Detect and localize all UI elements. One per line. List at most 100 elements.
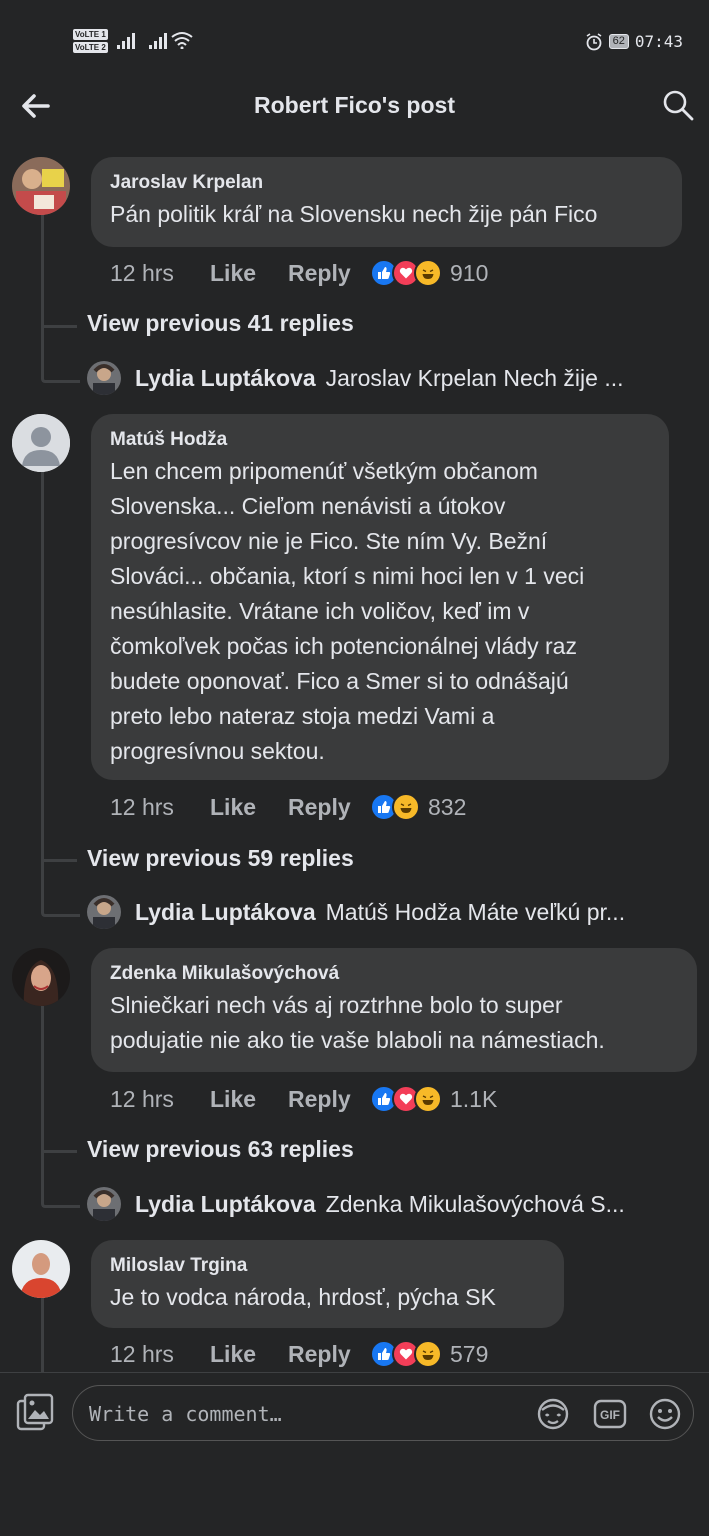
comment-actions: 12 hrs Like Reply 579: [110, 1337, 488, 1371]
reaction-count[interactable]: 1.1K: [450, 1086, 497, 1113]
clock: 07:43: [634, 32, 683, 51]
reaction-count[interactable]: 579: [450, 1341, 488, 1368]
comment-composer: GIF: [0, 1373, 709, 1536]
comment-text-line: preto lebo nateraz stoja medzi Vami a: [110, 703, 495, 729]
wifi-icon: [171, 32, 193, 49]
comment-actions: 12 hrs Like Reply 910: [110, 256, 488, 290]
thread-line: [41, 1006, 44, 1146]
comment-text: Len chcem pripomenúť všetkým občanom Slo…: [110, 454, 649, 769]
comment-time: 12 hrs: [110, 259, 174, 286]
page-title: Robert Fico's post: [254, 92, 455, 118]
reaction-icons[interactable]: [370, 1340, 442, 1368]
comment-text-line: budete oponovať. Fico a Smer si to odnáš…: [110, 668, 569, 694]
reply-button[interactable]: Reply: [288, 1341, 370, 1368]
comment-text-line: podujatie nie ako tie vaše blaboli na ná…: [110, 1027, 605, 1053]
comment-author[interactable]: Zdenka Mikulašových​ová: [110, 962, 677, 986]
thread-branch: [41, 859, 77, 862]
like-button[interactable]: Like: [210, 1086, 288, 1113]
view-previous-replies[interactable]: View previous 41 replies: [87, 310, 354, 337]
avatar[interactable]: [12, 1240, 70, 1298]
comment-text: Je to vodca národa, hrdosť, pýcha SK: [110, 1284, 496, 1310]
comment-actions: 12 hrs Like Reply 1.1K: [110, 1082, 497, 1116]
alarm-icon: [586, 32, 602, 50]
reply-button[interactable]: Reply: [288, 794, 370, 821]
thread-line: [41, 214, 44, 314]
like-button[interactable]: Like: [210, 260, 288, 287]
avatar[interactable]: [87, 895, 121, 929]
comment-time: 12 hrs: [110, 1085, 174, 1112]
reaction-count[interactable]: 832: [428, 794, 466, 821]
comment-text-line: Slováci... občania, ktorí s nimi hoci le…: [110, 563, 585, 589]
reply-preview[interactable]: Lydia Luptákova Jaroslav Krpelan Nech ži…: [87, 361, 624, 395]
haha-reaction-icon: [414, 1085, 442, 1113]
reply-button[interactable]: Reply: [288, 1086, 370, 1113]
comment-actions: 12 hrs Like Reply 832: [110, 790, 466, 824]
signal-icon: [117, 33, 135, 49]
reply-author[interactable]: Lydia Luptákova: [135, 1191, 316, 1218]
comment-text-line: Slniečkari nech vás aj roztrhne bolo to …: [110, 992, 563, 1018]
comment-bubble[interactable]: Jaroslav Krpelan Pán politik kráľ na Slo…: [91, 157, 682, 247]
volte-indicator: VoLTE 1 VoLTE 2: [73, 29, 108, 55]
avatar-sticker-icon[interactable]: [536, 1397, 570, 1431]
comment-input-wrapper[interactable]: GIF: [72, 1385, 694, 1441]
avatar[interactable]: [87, 361, 121, 395]
reply-author[interactable]: Lydia Luptákova: [135, 365, 316, 392]
thread-line: [41, 1298, 44, 1372]
comment-text: Pán politik kráľ na Slovensku nech žije …: [110, 201, 598, 227]
volte1-label: VoLTE 1: [73, 29, 108, 40]
comment-bubble[interactable]: Matúš Hodža Len chcem pripomenúť všetkým…: [91, 414, 669, 780]
svg-text:GIF: GIF: [600, 1408, 620, 1422]
volte2-label: VoLTE 2: [73, 42, 108, 53]
comment-author[interactable]: Jaroslav Krpelan: [110, 171, 662, 195]
avatar[interactable]: [87, 1187, 121, 1221]
comment-text-line: progresívcov nie je Fico. Ste ním Vy. Be…: [110, 528, 548, 554]
comment-text-line: Slovenska... Cieľom nenávisti a útokov: [110, 493, 506, 519]
reaction-icons[interactable]: [370, 1085, 442, 1113]
signal-icon: [149, 33, 167, 49]
comment-time: 12 hrs: [110, 793, 174, 820]
like-button[interactable]: Like: [210, 794, 288, 821]
reply-text: Jaroslav Krpelan Nech žije ...: [325, 364, 624, 391]
comment-author[interactable]: Miloslav Trgina: [110, 1254, 544, 1278]
default-avatar-icon: [12, 414, 70, 472]
comment-text-line: progresívnou sektou.: [110, 738, 325, 764]
comment-bubble[interactable]: Miloslav Trgina Je to vodca národa, hrdo…: [91, 1240, 564, 1328]
thread-elbow: [41, 840, 80, 917]
haha-reaction-icon: [414, 1340, 442, 1368]
reaction-icons[interactable]: [370, 259, 442, 287]
comment-text-line: nesúhlasite. Vrátane ich voličov, keď im…: [110, 598, 530, 624]
reply-preview[interactable]: Lydia Luptákova Zdenka Mikulašovýchová S…: [87, 1187, 625, 1221]
comment-text: Slniečkari nech vás aj roztrhne bolo to …: [110, 988, 677, 1058]
reply-preview[interactable]: Lydia Luptákova Matúš Hodža Máte veľkú p…: [87, 895, 625, 929]
reaction-count[interactable]: 910: [450, 260, 488, 287]
reply-button[interactable]: Reply: [288, 260, 370, 287]
thread-line: [41, 472, 44, 852]
photo-icon[interactable]: [16, 1393, 54, 1431]
comment-text-line: Len chcem pripomenúť všetkým občanom: [110, 458, 538, 484]
comment-author[interactable]: Matúš Hodža: [110, 428, 649, 452]
status-right: 62 07:43: [585, 32, 683, 51]
reply-text: Zdenka Mikulašovýchová S...: [325, 1190, 625, 1217]
comment-bubble[interactable]: Zdenka Mikulašových​ová Slniečkari nech …: [91, 948, 697, 1072]
thread-branch: [41, 1150, 77, 1153]
emoji-icon[interactable]: [648, 1397, 682, 1431]
view-previous-replies[interactable]: View previous 63 replies: [87, 1136, 354, 1163]
comment-input[interactable]: [87, 1398, 521, 1430]
search-icon[interactable]: [661, 88, 695, 122]
gif-icon[interactable]: GIF: [593, 1397, 627, 1431]
reaction-icons[interactable]: [370, 793, 420, 821]
thread-elbow: [41, 300, 80, 383]
avatar[interactable]: [12, 414, 70, 472]
avatar[interactable]: [12, 157, 70, 215]
avatar[interactable]: [12, 948, 70, 1006]
like-button[interactable]: Like: [210, 1341, 288, 1368]
comment-time: 12 hrs: [110, 1340, 174, 1367]
battery-icon: 62: [608, 34, 629, 49]
reply-author[interactable]: Lydia Luptákova: [135, 899, 316, 926]
view-previous-replies[interactable]: View previous 59 replies: [87, 845, 354, 872]
thread-branch: [41, 325, 77, 328]
thread-elbow: [41, 1135, 80, 1208]
haha-reaction-icon: [414, 259, 442, 287]
comment-text-line: čomkoľvek počas ich potencionálnej vlády…: [110, 633, 577, 659]
haha-reaction-icon: [392, 793, 420, 821]
